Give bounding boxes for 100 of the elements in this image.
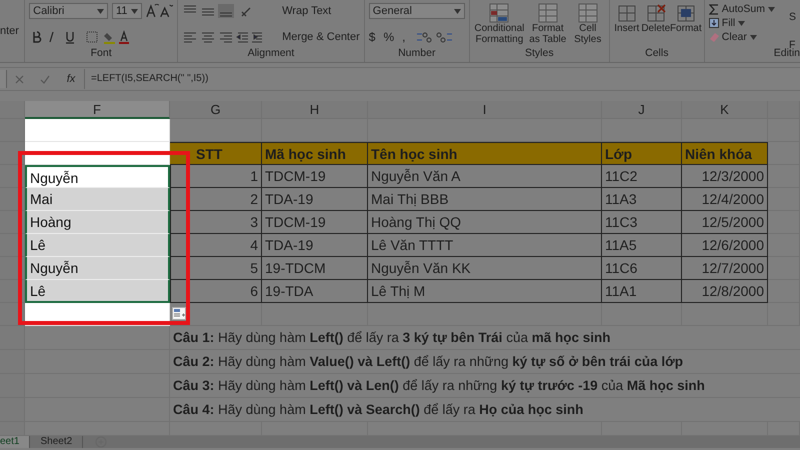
name-box[interactable]	[0, 70, 7, 88]
column-header[interactable]: I	[368, 101, 602, 119]
editing-button[interactable]: AutoSum	[708, 3, 775, 15]
empty-cell[interactable]	[768, 211, 800, 234]
empty-cell[interactable]	[768, 188, 800, 211]
caret-icon[interactable]	[96, 8, 104, 14]
table-cell: 11C6	[602, 257, 682, 280]
caret-icon[interactable]	[454, 8, 461, 14]
table-cell: Nguyễn Văn A	[368, 165, 602, 188]
wrap-text-button[interactable]: Wrap Text	[282, 5, 332, 17]
table-cell: 11A3	[602, 188, 682, 211]
table-cell: Mai Thị BBB	[368, 188, 602, 211]
insert-function-button[interactable]: fx	[58, 73, 84, 85]
check-icon[interactable]	[40, 74, 50, 84]
percent-button[interactable]: %	[383, 30, 394, 44]
table-cell: 11A5	[602, 234, 682, 257]
caret-icon[interactable]	[738, 20, 746, 26]
row-header[interactable]	[0, 119, 25, 142]
styles-button[interactable]: Cell Styles	[570, 3, 605, 45]
group-label: Font	[90, 47, 112, 59]
editing-button[interactable]: Fill	[708, 17, 775, 29]
row-header[interactable]	[0, 326, 25, 350]
empty-cell[interactable]	[768, 280, 800, 303]
table-cell: 12/3/2000	[682, 165, 768, 188]
styles-button[interactable]: Format as Table	[526, 3, 569, 45]
table-cell[interactable]: Lê	[25, 280, 170, 303]
sheet-tab[interactable]: Sheet2	[30, 436, 84, 448]
column-header[interactable]: F	[25, 101, 170, 119]
table-cell: TDCM-19	[262, 165, 368, 188]
table-cell: 12/6/2000	[682, 234, 768, 257]
table-cell: Nguyễn Văn KK	[368, 257, 602, 280]
add-sheet-icon[interactable]	[95, 436, 108, 448]
table-cell: 11A1	[602, 280, 682, 303]
table-cell: TDCM-19	[262, 211, 368, 234]
table-grid-icon	[536, 3, 559, 23]
group-label: Number	[398, 47, 436, 59]
table-cell: 12/4/2000	[682, 188, 768, 211]
empty-cell[interactable]	[682, 303, 768, 326]
table-cell: 6	[170, 280, 262, 303]
question-text: Câu 1: Hãy dùng hàm Left() để lấy ra 3 ký tự bên Trái của mã học sinh	[170, 326, 800, 350]
caret-icon[interactable]	[130, 8, 138, 14]
align-icons[interactable]	[182, 30, 264, 44]
empty-cell[interactable]	[368, 303, 602, 326]
table-grid-icon	[576, 3, 599, 23]
table-cell: Hoàng Thị QQ	[368, 211, 602, 234]
column-header[interactable]: G	[170, 101, 262, 119]
currency-button[interactable]: $	[368, 30, 376, 44]
table-header-cell: STT	[170, 142, 262, 165]
table-header-cell: Niên khóa	[682, 142, 768, 165]
table-cell[interactable]: Hoàng	[25, 211, 170, 234]
styles-button[interactable]: Conditional Formatting	[474, 3, 525, 45]
table-cell[interactable]: Nguyễn	[25, 257, 170, 280]
table-grid-icon	[488, 3, 510, 23]
table-cell: 12/5/2000	[682, 211, 768, 234]
empty-cell[interactable]	[768, 257, 800, 280]
close-icon[interactable]	[15, 74, 24, 84]
table-cell: Lê Văn TTTT	[368, 234, 602, 257]
empty-cell[interactable]	[602, 303, 682, 326]
table-cell: 3	[170, 211, 262, 234]
table-cell: TDA-19	[262, 234, 368, 257]
table-cell: 5	[170, 257, 262, 280]
number-format-dropdown[interactable]: General	[368, 3, 465, 19]
empty-cell[interactable]	[262, 303, 368, 326]
font-size-icon[interactable]	[146, 4, 174, 18]
comma-button[interactable]: ,	[402, 30, 406, 44]
table-cell[interactable]: Nguyễn	[25, 165, 170, 188]
select-all-corner[interactable]	[0, 101, 25, 119]
sheet-tab[interactable]: eet1	[0, 436, 30, 448]
group-label: Alignment	[248, 47, 294, 59]
empty-cell[interactable]	[768, 119, 800, 142]
empty-cell[interactable]	[768, 234, 800, 257]
empty-cell[interactable]	[768, 303, 800, 326]
column-header[interactable]: J	[602, 101, 682, 119]
cells-button[interactable]: Delete	[642, 3, 670, 34]
table-cell[interactable]: Lê	[25, 234, 170, 257]
ribbon-label: nter	[0, 25, 19, 37]
table-cell: 2	[170, 188, 262, 211]
group-label: Cells	[645, 47, 668, 59]
cells-button[interactable]: Insert	[614, 3, 640, 34]
paste-options-icon[interactable]	[172, 307, 186, 320]
font-name-dropdown[interactable]: Calibri	[29, 3, 108, 19]
cells-button[interactable]: Format	[672, 3, 700, 34]
editing-button[interactable]: Clear	[708, 31, 775, 43]
table-cell: TDA-19	[262, 188, 368, 211]
table-cell[interactable]: Mai	[25, 188, 170, 211]
caret-icon[interactable]	[750, 34, 757, 40]
table-cell: 1	[170, 165, 262, 188]
empty-cell[interactable]	[768, 165, 800, 188]
question-text: Câu 4: Hãy dùng hàm Left() và Search() để lấy ra Họ của học sinh	[170, 398, 800, 422]
column-header[interactable]: K	[682, 101, 768, 119]
cells-grid-icon	[644, 3, 667, 23]
column-header[interactable]: H	[262, 101, 368, 119]
merge-center-button[interactable]: Merge & Center	[282, 31, 360, 43]
table-cell: 19-TDA	[262, 280, 368, 303]
table-cell: 12/7/2000	[682, 257, 768, 280]
table-header-cell: Tên học sinh	[368, 142, 602, 165]
cells-grid-icon	[616, 3, 638, 23]
caret-icon[interactable]	[768, 6, 775, 12]
table-cell: Lê Thị M	[368, 280, 602, 303]
font-size-dropdown[interactable]: 11	[112, 3, 142, 19]
